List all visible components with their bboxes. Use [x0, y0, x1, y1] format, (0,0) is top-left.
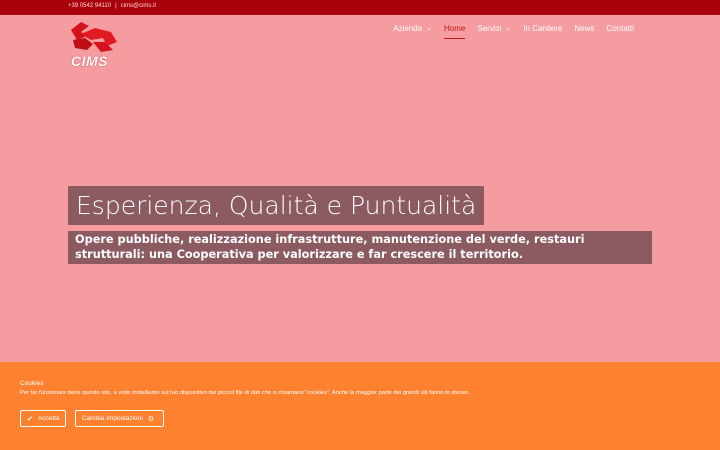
- nav-item-label: Servizi: [477, 24, 502, 33]
- cookie-banner: Cookies Per far funzionare bene questo s…: [0, 362, 720, 450]
- nav-item-label: Azienda: [393, 24, 423, 33]
- logo-text: CIMS: [71, 53, 108, 69]
- cookie-text: Per far funzionare bene questo sito, a v…: [20, 390, 470, 396]
- logo[interactable]: CIMS: [67, 20, 119, 70]
- accept-button[interactable]: ✔ Accetta: [20, 410, 66, 427]
- nav-item-home[interactable]: Home: [438, 24, 471, 40]
- nav-item-news[interactable]: News: [568, 24, 600, 40]
- top-bar: +39 0542 94110 | cims@cims.it: [0, 0, 720, 15]
- nav-item-label: Contatti: [606, 24, 634, 33]
- nav-item-azienda[interactable]: Azienda ⌄: [387, 24, 438, 40]
- nav-item-in-cantiere[interactable]: In Cantiere: [517, 24, 568, 40]
- hero-subtitle: Opere pubbliche, realizzazione infrastru…: [68, 231, 652, 264]
- accept-label: Accetta: [37, 415, 60, 422]
- nav-item-label: News: [574, 24, 595, 33]
- check-icon: ✔: [27, 415, 33, 423]
- chevron-down-icon: ⌄: [426, 25, 433, 32]
- settings-label: Cambia Impostazioni: [82, 415, 143, 422]
- nav-item-contatti[interactable]: Contatti: [600, 24, 640, 40]
- gear-icon: ⚙: [147, 415, 154, 423]
- settings-button[interactable]: Cambia Impostazioni ⚙: [75, 410, 164, 427]
- hero-title: Esperienza, Qualità e Puntualità: [68, 186, 485, 225]
- main-nav: Azienda ⌄ Home Servizi ⌄ In Cantiere News …: [387, 24, 640, 40]
- nav-item-label: In Cantiere: [523, 24, 563, 33]
- email-link[interactable]: cims@cims.it: [121, 3, 156, 9]
- nav-item-servizi[interactable]: Servizi ⌄: [471, 24, 517, 40]
- nav-item-label: Home: [444, 24, 466, 33]
- logo-mark-icon: [71, 22, 117, 52]
- contact-separator: |: [115, 3, 117, 9]
- phone-number[interactable]: +39 0542 94110: [68, 3, 111, 9]
- chevron-down-icon: ⌄: [505, 25, 512, 32]
- contact-info: +39 0542 94110 | cims@cims.it: [68, 3, 156, 9]
- cookie-title: Cookies: [20, 380, 44, 387]
